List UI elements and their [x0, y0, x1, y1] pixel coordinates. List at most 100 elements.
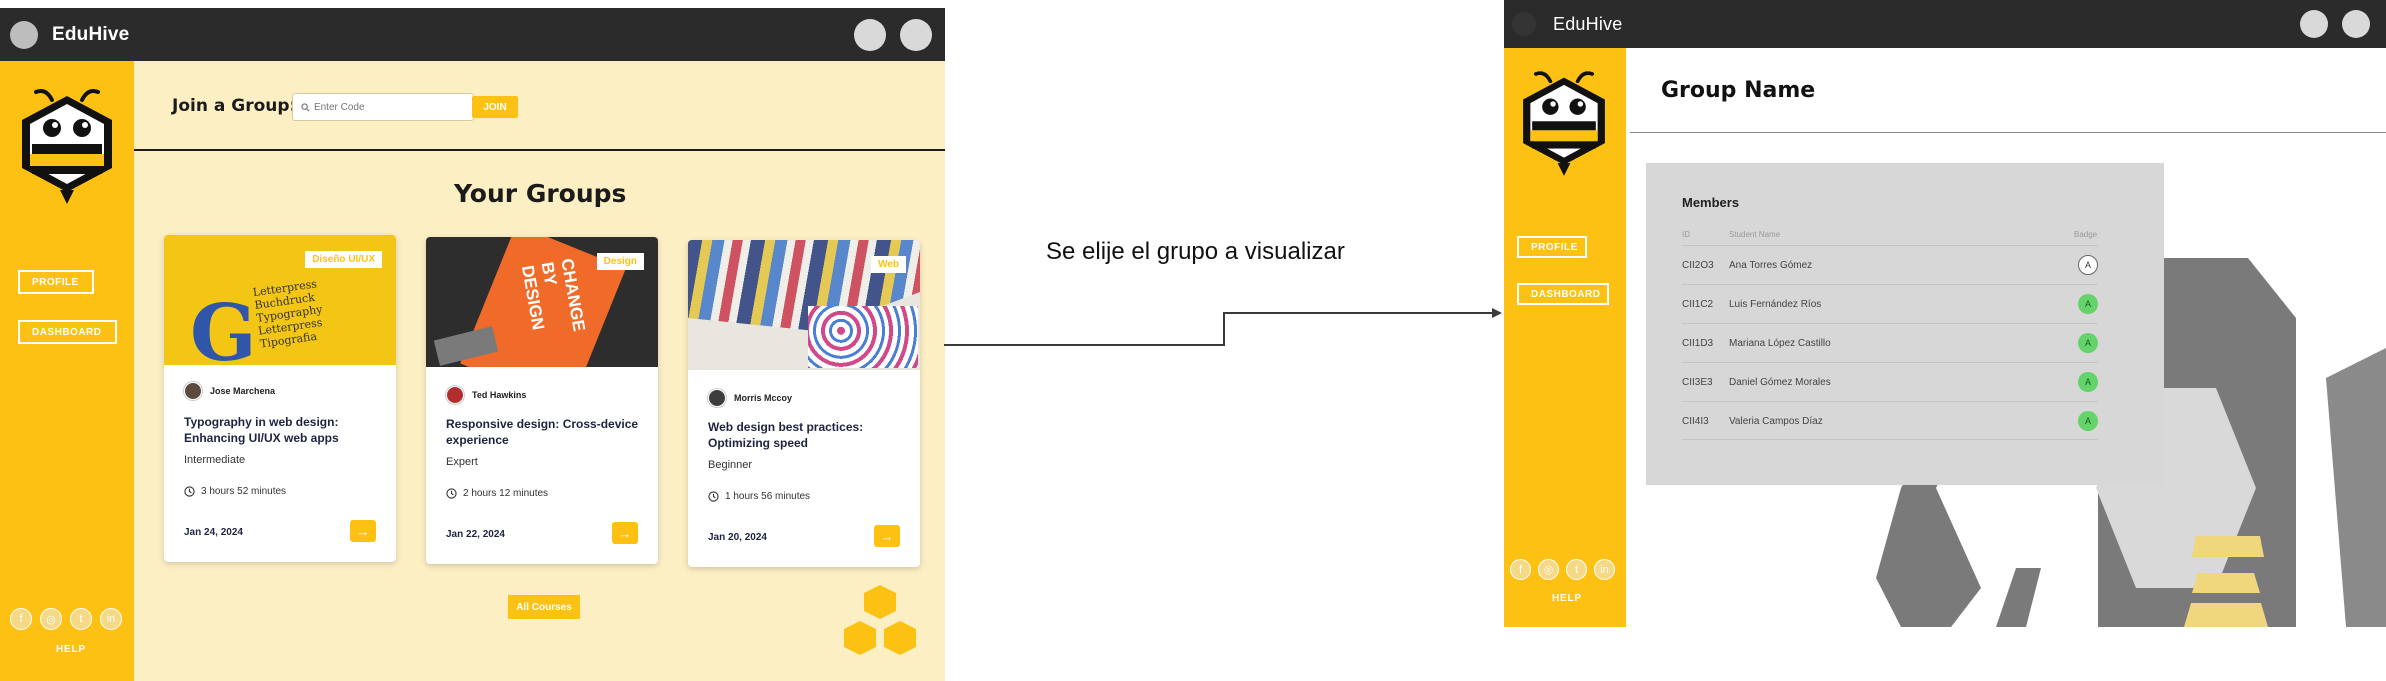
- card-title[interactable]: Responsive design: Cross-device experien…: [446, 416, 640, 448]
- bee-logo-icon: [1523, 71, 1605, 176]
- typography-words: Letterpress Buchdruck Typography Letterp…: [251, 277, 324, 351]
- minimize-button[interactable]: [2300, 10, 2328, 38]
- instagram-icon[interactable]: ◎: [1538, 559, 1559, 580]
- card-date: Jan 24, 2024: [184, 527, 243, 538]
- card-image: Web: [688, 240, 920, 370]
- member-name: Mariana López Castillo: [1729, 338, 1831, 349]
- right-main-content: Group Name Members ID Student Name Badge…: [1626, 48, 2386, 627]
- card-date: Jan 20, 2024: [708, 532, 767, 543]
- help-link[interactable]: HELP: [1552, 593, 1582, 604]
- social-links: f ◎ t in: [10, 608, 122, 630]
- book-cover-text: CHANGE BY DESIGN: [517, 257, 589, 333]
- badge-icon: A: [2078, 372, 2098, 392]
- app-menu-icon[interactable]: [1512, 12, 1536, 36]
- card-author: Jose Marchena: [184, 382, 275, 400]
- join-group-label: Join a Group:: [172, 96, 297, 116]
- join-code-box: [292, 93, 474, 121]
- minimize-button[interactable]: [854, 19, 886, 51]
- table-row[interactable]: CII4I3 Valeria Campos Díaz A: [1682, 401, 2098, 440]
- column-header-name: Student Name: [1729, 230, 1781, 239]
- table-row[interactable]: CII2O3 Ana Torres Gómez A: [1682, 245, 2098, 284]
- flow-connector: [944, 308, 1502, 346]
- title-divider: [1630, 132, 2386, 133]
- close-button[interactable]: [900, 19, 932, 51]
- search-icon: [301, 102, 310, 111]
- all-courses-button[interactable]: All Courses: [508, 595, 580, 619]
- clock-icon: [184, 486, 195, 497]
- profile-button[interactable]: PROFILE: [1517, 236, 1587, 258]
- avatar: [708, 389, 726, 407]
- table-row[interactable]: CII3E3 Daniel Gómez Morales A: [1682, 362, 2098, 401]
- join-button[interactable]: JOIN: [472, 96, 518, 118]
- dashboard-button[interactable]: DASHBOARD: [18, 320, 117, 344]
- card-tag: Design: [596, 253, 644, 270]
- card-title[interactable]: Web design best practices: Optimizing sp…: [708, 419, 902, 451]
- member-id: CII1D3: [1682, 338, 1714, 349]
- member-id: CII1C2: [1682, 299, 1714, 310]
- card-date: Jan 22, 2024: [446, 529, 505, 540]
- profile-button[interactable]: PROFILE: [18, 270, 94, 294]
- app-title: EduHive: [52, 24, 130, 45]
- card-duration: 2 hours 12 minutes: [446, 488, 548, 499]
- close-button[interactable]: [2342, 10, 2370, 38]
- members-title: Members: [1682, 195, 1740, 210]
- open-group-arrow-icon[interactable]: →: [350, 520, 376, 542]
- group-card[interactable]: Web Morris Mccoy Web design best practic…: [688, 240, 920, 567]
- app-title: EduHive: [1553, 14, 1623, 34]
- app-menu-icon[interactable]: [10, 21, 38, 49]
- member-name: Daniel Gómez Morales: [1729, 377, 1831, 388]
- help-link[interactable]: HELP: [56, 644, 86, 655]
- twitter-icon[interactable]: t: [1566, 559, 1587, 580]
- group-name-title: Group Name: [1661, 78, 1816, 103]
- open-group-arrow-icon[interactable]: →: [874, 525, 900, 547]
- left-main-content: Join a Group: JOIN Your Groups G Letterp…: [134, 61, 945, 681]
- badge-icon: A: [2078, 255, 2098, 275]
- group-card[interactable]: G Letterpress Buchdruck Typography Lette…: [164, 235, 396, 562]
- card-author: Ted Hawkins: [446, 386, 526, 404]
- card-tag: Web: [871, 256, 906, 273]
- header-divider: [134, 149, 945, 151]
- facebook-icon[interactable]: f: [1510, 559, 1531, 580]
- linkedin-icon[interactable]: in: [100, 608, 122, 630]
- author-name: Morris Mccoy: [734, 393, 793, 403]
- member-id: CII2O3: [1682, 260, 1714, 271]
- social-links: f ◎ t in: [1510, 559, 1615, 580]
- bee-logo-icon: [22, 89, 112, 204]
- flow-annotation: Se elije el grupo a visualizar: [1046, 238, 1345, 265]
- group-code-input[interactable]: [313, 101, 473, 113]
- left-window: EduHive PROFILE DASHBOARD f ◎ t in HELP: [0, 8, 945, 681]
- avatar: [184, 382, 202, 400]
- card-image: G Letterpress Buchdruck Typography Lette…: [164, 235, 396, 365]
- author-name: Ted Hawkins: [472, 390, 527, 400]
- your-groups-title: Your Groups: [454, 179, 627, 208]
- badge-icon: A: [2078, 294, 2098, 314]
- clock-icon: [708, 491, 719, 502]
- card-author: Morris Mccoy: [708, 389, 792, 407]
- table-row[interactable]: CII1C2 Luis Fernández Ríos A: [1682, 284, 2098, 323]
- card-level: Beginner: [708, 459, 753, 471]
- card-tag: Diseño UI/UX: [305, 251, 382, 268]
- card-duration: 1 hours 56 minutes: [708, 491, 810, 502]
- duration-text: 1 hours 56 minutes: [725, 491, 811, 502]
- linkedin-icon[interactable]: in: [1594, 559, 1615, 580]
- twitter-icon[interactable]: t: [70, 608, 92, 630]
- card-title[interactable]: Typography in web design: Enhancing UI/U…: [184, 414, 378, 446]
- member-name: Valeria Campos Díaz: [1729, 416, 1823, 427]
- right-sidebar: PROFILE DASHBOARD f ◎ t in HELP: [1504, 48, 1626, 627]
- honeycomb-decoration-icon: [844, 585, 916, 655]
- instagram-icon[interactable]: ◎: [40, 608, 62, 630]
- pattern-cards-graphic: [808, 306, 918, 368]
- table-row[interactable]: CII1D3 Mariana López Castillo A: [1682, 323, 2098, 362]
- column-header-badge: Badge: [2074, 230, 2098, 239]
- clock-icon: [446, 488, 457, 499]
- group-card[interactable]: CHANGE BY DESIGN Design Ted Hawkins Resp…: [426, 237, 658, 564]
- right-window: EduHive PROFILE DASHBOARD f ◎ t in HELP: [1504, 0, 2386, 627]
- member-name: Luis Fernández Ríos: [1729, 299, 1822, 310]
- open-group-arrow-icon[interactable]: →: [612, 522, 638, 544]
- badge-icon: A: [2078, 411, 2098, 431]
- badge-icon: A: [2078, 333, 2098, 353]
- dashboard-button[interactable]: DASHBOARD: [1517, 283, 1609, 305]
- left-sidebar: PROFILE DASHBOARD f ◎ t in HELP: [0, 61, 134, 681]
- member-id: CII3E3: [1682, 377, 1713, 388]
- facebook-icon[interactable]: f: [10, 608, 32, 630]
